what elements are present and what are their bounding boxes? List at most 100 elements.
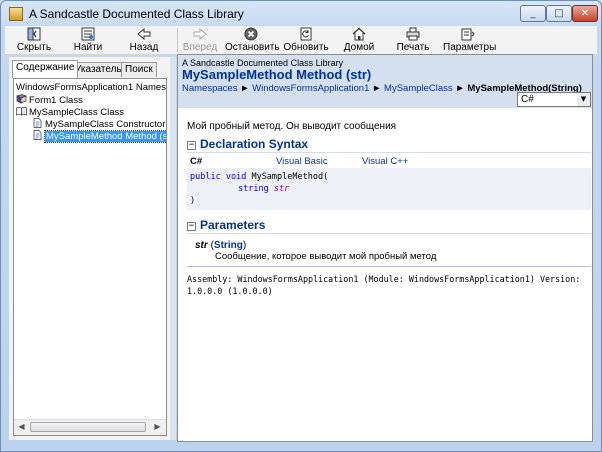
page-icon [33,130,42,140]
app-icon [9,7,23,21]
breadcrumb-separator: ► [455,83,465,94]
toolbar-separator [177,28,178,52]
window-title: A Sandcastle Documented Class Library [29,7,244,21]
options-label: Параметры [443,42,497,53]
code-line: ) [190,195,195,207]
scroll-right-icon[interactable]: ▶ [151,421,164,433]
locate-button[interactable]: Найти [67,26,109,54]
forward-icon [193,27,207,41]
breadcrumb-link-namespace[interactable]: WindowsFormsApplication1 [252,83,369,94]
tree-node-label: MySampleClass Constructor [45,119,166,130]
options-icon [461,28,475,41]
collapse-icon[interactable]: − [187,141,196,150]
footer-divider [187,266,591,267]
parameter-name: str (String) [195,240,246,251]
minimize-button[interactable]: _ [520,5,546,22]
hide-label: Скрыть [16,42,52,53]
horizontal-scrollbar[interactable]: ◀ ▶ [14,419,166,435]
chevron-down-icon[interactable]: ▼ [577,93,590,106]
pane-splitter[interactable] [170,57,176,440]
page-icon [33,118,42,128]
navigation-pane: Содержание Указатель Поиск WindowsFormsA… [9,57,170,440]
code-line: public void MySampleMethod( [190,171,328,183]
code-keyword: public [190,172,221,182]
print-label: Печать [396,42,430,53]
collapse-icon[interactable]: − [187,222,196,231]
book-closed-icon [16,94,27,104]
locate-icon [81,27,95,41]
section-heading: Declaration Syntax [200,137,309,151]
forward-label: Вперед [182,42,218,53]
tab-contents[interactable]: Содержание [12,60,79,78]
refresh-label: Обновить [283,42,329,53]
code-method: MySampleMethod( [251,172,329,182]
code-tab-vb[interactable]: Visual Basic [273,155,328,168]
stop-icon [244,27,258,41]
back-label: Назад [129,42,159,53]
tree-node-form1[interactable]: Form1 Class [16,94,83,106]
stop-label: Остановить [225,42,280,53]
print-button[interactable]: Печать [393,26,433,54]
book-open-icon [16,106,27,116]
tree-node-mysamplemethod[interactable]: MySampleMethod Method (str) [32,130,166,143]
code-tab-csharp[interactable]: C# [187,155,202,168]
section-divider [187,152,591,153]
tree-node-label: MySampleMethod Method (str) [43,130,166,143]
hide-icon [27,27,41,41]
code-block: public void MySampleMethod( string str ) [187,168,591,210]
topic-header: A Sandcastle Documented Class Library My… [178,55,592,108]
language-select[interactable]: C# ▼ [517,92,591,107]
breadcrumb-separator: ► [240,83,250,94]
tree-node-label: WindowsFormsApplication1 Namespace [16,82,166,93]
print-icon [406,27,420,41]
options-button[interactable]: Параметры [443,26,497,54]
title-bar[interactable]: A Sandcastle Documented Class Library _ … [1,1,601,27]
assembly-info: Assembly: WindowsFormsApplication1 (Modu… [187,274,581,296]
maximize-button[interactable]: □ [546,5,572,22]
tree-node-constructor[interactable]: MySampleClass Constructor [32,118,165,130]
locate-label: Найти [73,42,103,53]
contents-tree[interactable]: WindowsFormsApplication1 Namespace Form1… [13,78,167,436]
refresh-button[interactable]: Обновить [283,26,329,54]
home-button[interactable]: Домой [341,26,377,54]
tree-node-mysampleclass[interactable]: MySampleClass Class [16,106,124,118]
help-window: A Sandcastle Documented Class Library _ … [0,0,602,452]
code-param-type: string [238,184,269,194]
forward-button[interactable]: Вперед [179,26,221,54]
stop-button[interactable]: Остановить [225,26,280,54]
close-button[interactable]: ✕ [572,5,598,22]
parameter-type-link[interactable]: String [214,240,243,251]
parameter-identifier: str [195,240,208,251]
section-divider [187,233,591,234]
code-line: string str [238,183,289,195]
content-pane: A Sandcastle Documented Class Library My… [177,54,593,442]
toolbar: Скрыть Найти Назад Вперед Остановить Обн… [5,26,597,55]
breadcrumb-separator: ► [372,83,382,94]
breadcrumb-link-namespaces[interactable]: Namespaces [182,83,237,94]
home-label: Домой [343,42,375,53]
nav-tabs: Содержание Указатель Поиск [12,60,168,78]
tree-node-namespace[interactable]: WindowsFormsApplication1 Namespace [16,82,166,94]
section-parameters[interactable]: − Parameters [187,218,265,232]
code-close: ) [190,196,196,206]
code-tab-cpp[interactable]: Visual C++ [359,155,408,168]
code-param-name: str [273,184,290,194]
tab-index[interactable]: Указатель [71,62,126,77]
tab-search[interactable]: Поиск [121,62,157,77]
section-declaration-syntax[interactable]: − Declaration Syntax [187,137,308,151]
hide-button[interactable]: Скрыть [13,26,55,54]
parameter-paren: ) [242,240,247,251]
tree-node-label: MySampleClass Class [29,107,125,118]
refresh-icon [300,27,312,41]
scroll-left-icon[interactable]: ◀ [15,421,28,433]
scroll-thumb[interactable] [30,422,146,432]
language-select-value: C# [521,94,534,105]
breadcrumb-link-class[interactable]: MySampleClass [384,83,453,94]
back-button[interactable]: Назад [123,26,165,54]
code-language-tabs: C# Visual Basic Visual C++ [187,155,417,168]
tree-node-label: Form1 Class [29,95,83,106]
page-title: MySampleMethod Method (str) [182,67,372,82]
method-summary: Мой пробный метод. Он выводит сообщения [187,121,397,132]
back-icon [137,27,151,41]
parameter-description: Сообщение, которое выводит мой пробный м… [215,251,437,262]
